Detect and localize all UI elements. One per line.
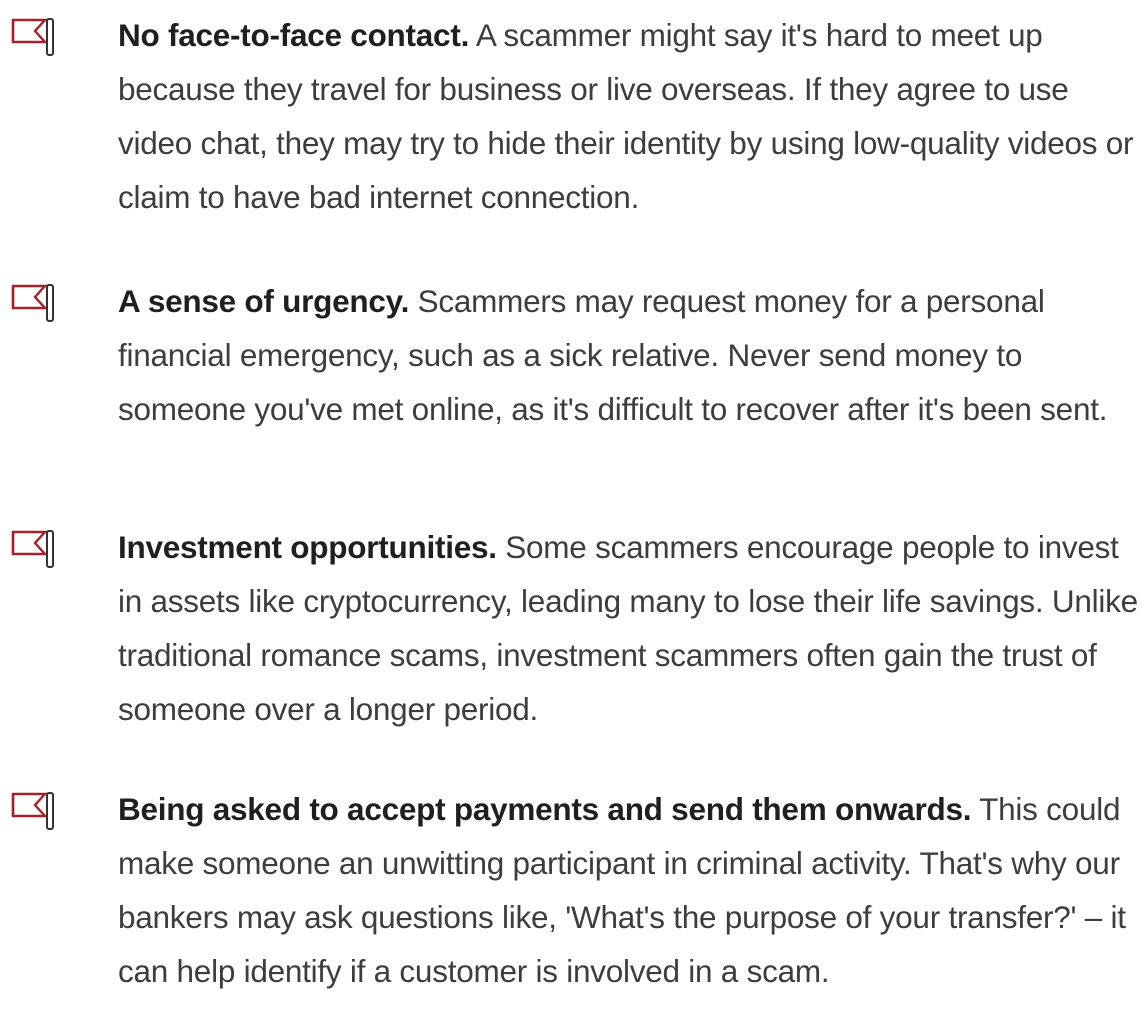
red-flag-icon [11,283,61,323]
warning-heading: A sense of urgency. [118,283,410,319]
warning-text: No face-to-face contact. A scammer might… [118,8,1138,224]
red-flag-icon [11,529,61,569]
red-flag-icon [11,17,61,57]
red-flag-icon [11,791,61,831]
warning-signs-list: No face-to-face contact. A scammer might… [0,0,1142,1033]
warning-heading: Being asked to accept payments and send … [118,791,972,827]
warning-heading: No face-to-face contact. [118,17,470,53]
warning-text: Investment opportunities. Some scammers … [118,520,1138,736]
warning-text: Being asked to accept payments and send … [118,782,1138,998]
warning-text: A sense of urgency. Scammers may request… [118,274,1138,436]
warning-heading: Investment opportunities. [118,529,497,565]
